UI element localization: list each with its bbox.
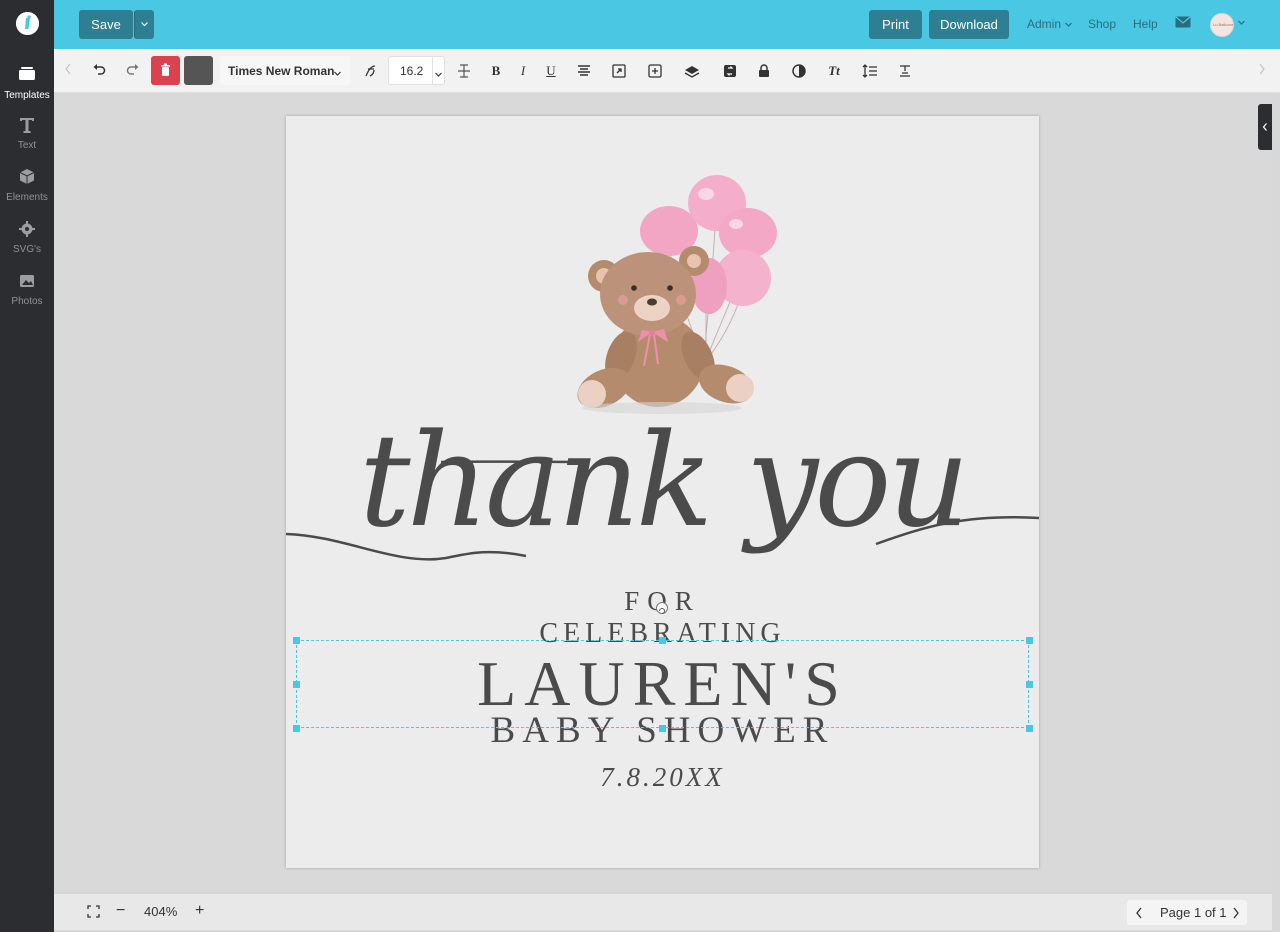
- resize-handle-top[interactable]: [659, 637, 666, 644]
- rotate-handle-icon[interactable]: [656, 602, 668, 614]
- rail-item-svgs[interactable]: SVG's: [0, 220, 54, 255]
- app-logo[interactable]: [16, 12, 39, 35]
- top-bar: Save Print Download Admin Shop Help Lu B…: [54, 0, 1280, 49]
- script-thank-you[interactable]: thank you: [286, 412, 1039, 552]
- rail-item-photos[interactable]: Photos: [0, 272, 54, 307]
- font-family-select[interactable]: Times New Roman: [220, 56, 350, 85]
- avatar-text: Lu Balloons: [1213, 22, 1234, 27]
- resize-handle-top-left[interactable]: [293, 637, 300, 644]
- design-page[interactable]: thank you FOR CELEBRATING LAUREN'S BABY …: [286, 116, 1039, 868]
- fullscreen-icon[interactable]: [87, 905, 100, 921]
- line-height-icon[interactable]: [860, 61, 880, 81]
- avatar[interactable]: Lu Balloons: [1210, 13, 1234, 37]
- rail-item-elements[interactable]: Elements: [0, 168, 54, 203]
- zoom-in-icon[interactable]: +: [195, 902, 204, 920]
- duplicate-icon[interactable]: [645, 61, 665, 81]
- letter-spacing-icon[interactable]: [454, 61, 474, 81]
- save-dropdown-button[interactable]: [134, 10, 154, 39]
- undo-icon[interactable]: [89, 61, 109, 81]
- rail-item-text[interactable]: Text: [0, 116, 54, 151]
- underline-button[interactable]: U: [541, 61, 561, 81]
- print-button[interactable]: Print: [869, 10, 922, 39]
- rail-label-templates: Templates: [4, 90, 50, 101]
- templates-icon: [0, 66, 54, 86]
- bottom-bar: − 404% + Page 1 of 1: [54, 893, 1272, 930]
- selection-box[interactable]: [293, 637, 1033, 732]
- rail-item-templates[interactable]: Templates: [0, 66, 54, 101]
- bold-button[interactable]: B: [486, 61, 506, 81]
- admin-menu[interactable]: Admin: [1027, 17, 1073, 31]
- help-link[interactable]: Help: [1133, 17, 1158, 31]
- text-icon: [0, 116, 54, 136]
- page-navigator: Page 1 of 1: [1127, 900, 1247, 925]
- shop-link[interactable]: Shop: [1088, 17, 1116, 31]
- text-transform-icon[interactable]: [895, 61, 915, 81]
- save-button[interactable]: Save: [79, 10, 133, 39]
- rail-label-photos: Photos: [11, 296, 43, 307]
- rail-label-text: Text: [17, 140, 37, 151]
- mail-icon[interactable]: [1175, 16, 1191, 31]
- zoom-level[interactable]: 404%: [144, 904, 177, 919]
- align-center-icon[interactable]: [574, 61, 594, 81]
- chevron-left-icon: [1258, 104, 1272, 150]
- elements-icon: [0, 168, 54, 188]
- resize-handle-top-right[interactable]: [1026, 637, 1033, 644]
- format-toolbar: Times New Roman 16.2 B I U Tt: [54, 49, 1280, 93]
- resize-handle-bottom[interactable]: [659, 725, 666, 732]
- chevron-down-icon: [333, 65, 342, 83]
- left-rail: Templates Text Elements SVG's Photos: [0, 0, 54, 932]
- prev-page-icon[interactable]: [1135, 906, 1143, 924]
- resize-handle-bottom-left[interactable]: [293, 725, 300, 732]
- admin-label: Admin: [1027, 17, 1062, 31]
- scroll-right-icon[interactable]: [1252, 61, 1272, 81]
- next-page-icon[interactable]: [1232, 906, 1240, 924]
- font-size-input[interactable]: 16.2: [388, 56, 445, 85]
- date-text[interactable]: 7.8.20XX: [286, 760, 1039, 794]
- redo-icon[interactable]: [123, 61, 143, 81]
- collapse-panel-tab[interactable]: [1258, 104, 1272, 150]
- text-style-button[interactable]: Tt: [824, 61, 844, 81]
- trash-icon: [151, 63, 180, 89]
- swap-icon[interactable]: [720, 61, 740, 81]
- chevron-down-icon: [1064, 17, 1073, 31]
- rail-label-svgs: SVG's: [12, 244, 42, 255]
- resize-handle-right[interactable]: [1026, 681, 1033, 688]
- delete-button[interactable]: [151, 56, 180, 85]
- chevron-down-icon[interactable]: [1237, 16, 1246, 30]
- italic-button[interactable]: I: [513, 61, 533, 81]
- chevron-down-icon: [434, 66, 443, 84]
- resize-icon[interactable]: [609, 61, 629, 81]
- svg-gear-icon: [0, 220, 54, 240]
- opacity-icon[interactable]: [789, 61, 809, 81]
- font-size-divider: [432, 57, 433, 84]
- lock-icon[interactable]: [754, 61, 774, 81]
- scroll-left-icon[interactable]: [58, 61, 78, 81]
- font-size-value: 16.2: [400, 64, 424, 78]
- download-button[interactable]: Download: [929, 10, 1009, 39]
- zoom-out-icon[interactable]: −: [116, 902, 125, 920]
- rail-label-elements: Elements: [6, 192, 48, 203]
- chevron-down-icon: [135, 10, 154, 39]
- layers-icon[interactable]: [682, 61, 702, 81]
- font-family-value: Times New Roman: [228, 64, 335, 78]
- page-label: Page 1 of 1: [1160, 905, 1227, 920]
- resize-handle-left[interactable]: [293, 681, 300, 688]
- resize-handle-bottom-right[interactable]: [1026, 725, 1033, 732]
- text-color-swatch[interactable]: [184, 56, 213, 85]
- photos-icon: [0, 272, 54, 292]
- font-style-icon[interactable]: [360, 61, 380, 81]
